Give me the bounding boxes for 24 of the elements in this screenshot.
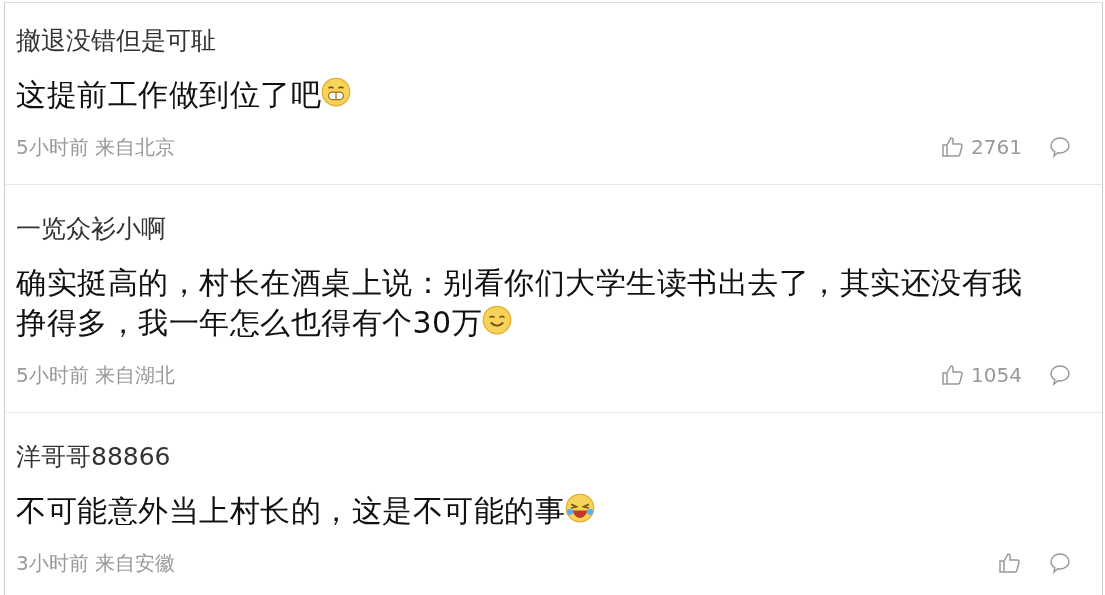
comment-text: 不可能意外当上村长的，这是不可能的事 — [16, 493, 595, 528]
comment-time: 5小时前 — [16, 362, 89, 389]
username: 撤退没错但是可耻 — [16, 25, 217, 57]
comment-icon[interactable] — [1048, 551, 1072, 575]
comment-icon[interactable] — [1048, 135, 1072, 159]
comment-location: 来自湖北 — [94, 362, 175, 389]
comment-location: 来自北京 — [94, 134, 175, 161]
thumbs-up-icon — [941, 363, 966, 387]
laughing-emoji-icon — [565, 493, 595, 523]
username: 一览众衫小啊 — [16, 213, 167, 245]
like-button[interactable]: 1054 — [941, 360, 1022, 390]
comment-text: 这提前工作做到位了吧 — [16, 77, 351, 112]
username: 洋哥哥88866 — [16, 441, 172, 473]
comment-location: 来自安徽 — [94, 550, 175, 577]
comment-time: 3小时前 — [16, 550, 89, 577]
grin-emoji-icon — [321, 77, 351, 107]
thumbs-up-icon — [998, 551, 1022, 575]
comment-time: 5小时前 — [16, 134, 89, 161]
smile-emoji-icon — [482, 305, 513, 335]
comment-text: 确实挺高的，村长在酒桌上说：别看你们大学生读书出去了，其实还没有我挣得多，我一年怎么也得有个30万 — [16, 265, 1023, 340]
like-button[interactable] — [998, 551, 1022, 575]
like-button[interactable]: 2761 — [941, 132, 1022, 162]
comment-icon[interactable] — [1048, 363, 1072, 387]
thumbs-up-icon — [941, 135, 966, 159]
